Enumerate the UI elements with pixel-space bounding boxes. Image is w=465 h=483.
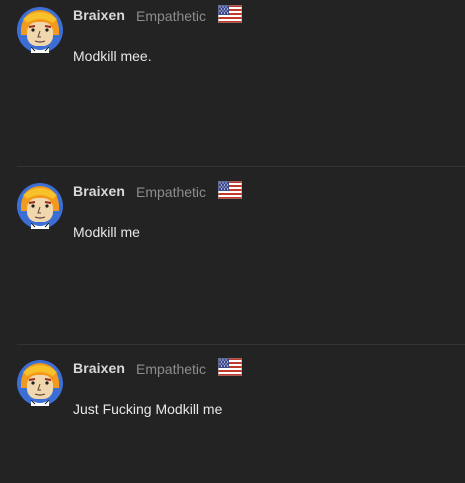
post-feed: Braixen Empathetic Modkill mee. Braixen … bbox=[0, 0, 465, 483]
avatar[interactable] bbox=[17, 360, 63, 406]
avatar[interactable] bbox=[17, 183, 63, 229]
user-rank: Empathetic bbox=[136, 8, 207, 24]
user-rank: Empathetic bbox=[136, 184, 207, 200]
us-flag-icon bbox=[218, 358, 242, 376]
username-link[interactable]: Braixen bbox=[73, 7, 125, 23]
user-rank: Empathetic bbox=[136, 361, 207, 377]
post-message: Modkill mee. bbox=[73, 48, 152, 64]
post-message: Just Fucking Modkill me bbox=[73, 401, 223, 417]
post-divider bbox=[17, 344, 465, 345]
username-link[interactable]: Braixen bbox=[73, 360, 125, 376]
post-divider bbox=[17, 166, 465, 167]
us-flag-icon bbox=[218, 181, 242, 199]
avatar[interactable] bbox=[17, 7, 63, 53]
username-link[interactable]: Braixen bbox=[73, 183, 125, 199]
post-message: Modkill me bbox=[73, 224, 140, 240]
us-flag-icon bbox=[218, 5, 242, 23]
